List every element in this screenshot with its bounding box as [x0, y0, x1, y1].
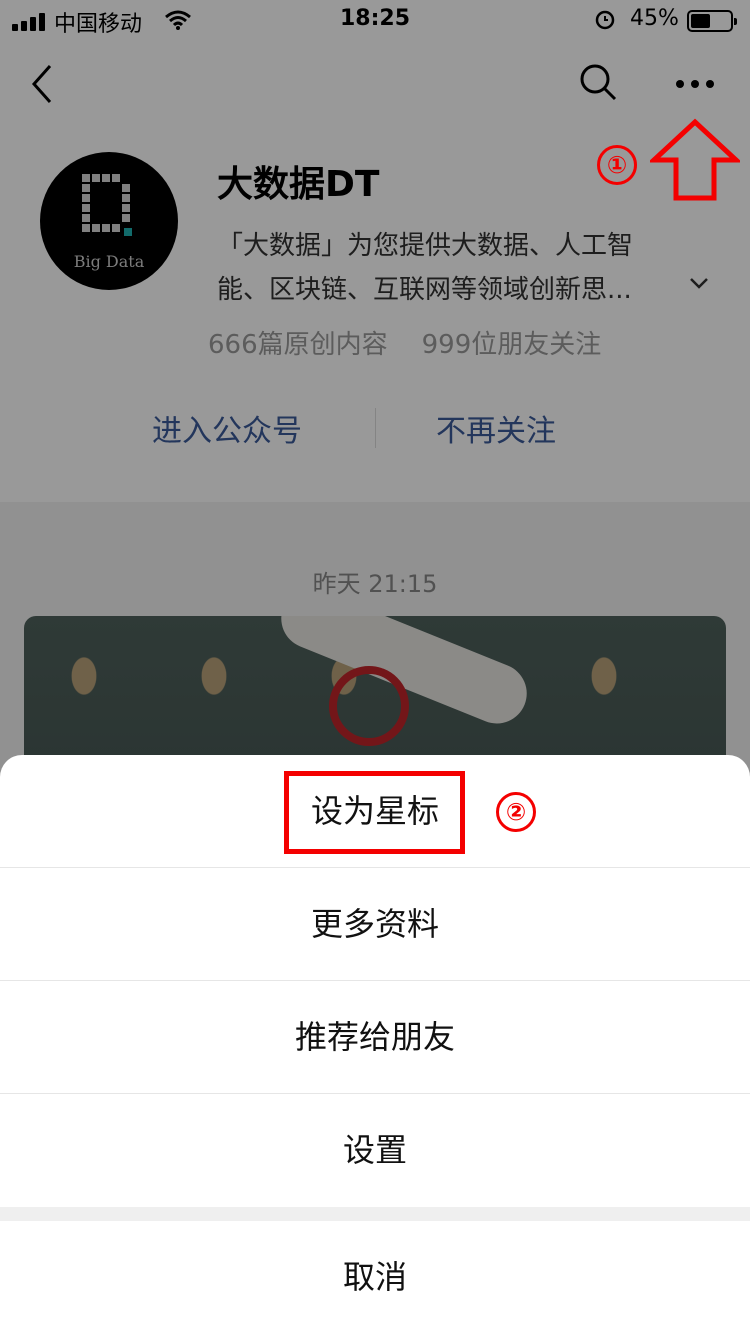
settings-button[interactable]: 设置	[0, 1094, 750, 1206]
more-info-button[interactable]: 更多资料	[0, 868, 750, 980]
cancel-button[interactable]: 取消	[0, 1221, 750, 1333]
sheet-gap	[0, 1207, 750, 1221]
step2-marker: ②	[496, 792, 536, 832]
arrow-up-icon	[650, 118, 740, 201]
step1-marker: ①	[597, 145, 637, 185]
recommend-button[interactable]: 推荐给朋友	[0, 981, 750, 1093]
highlight-box	[284, 771, 465, 854]
